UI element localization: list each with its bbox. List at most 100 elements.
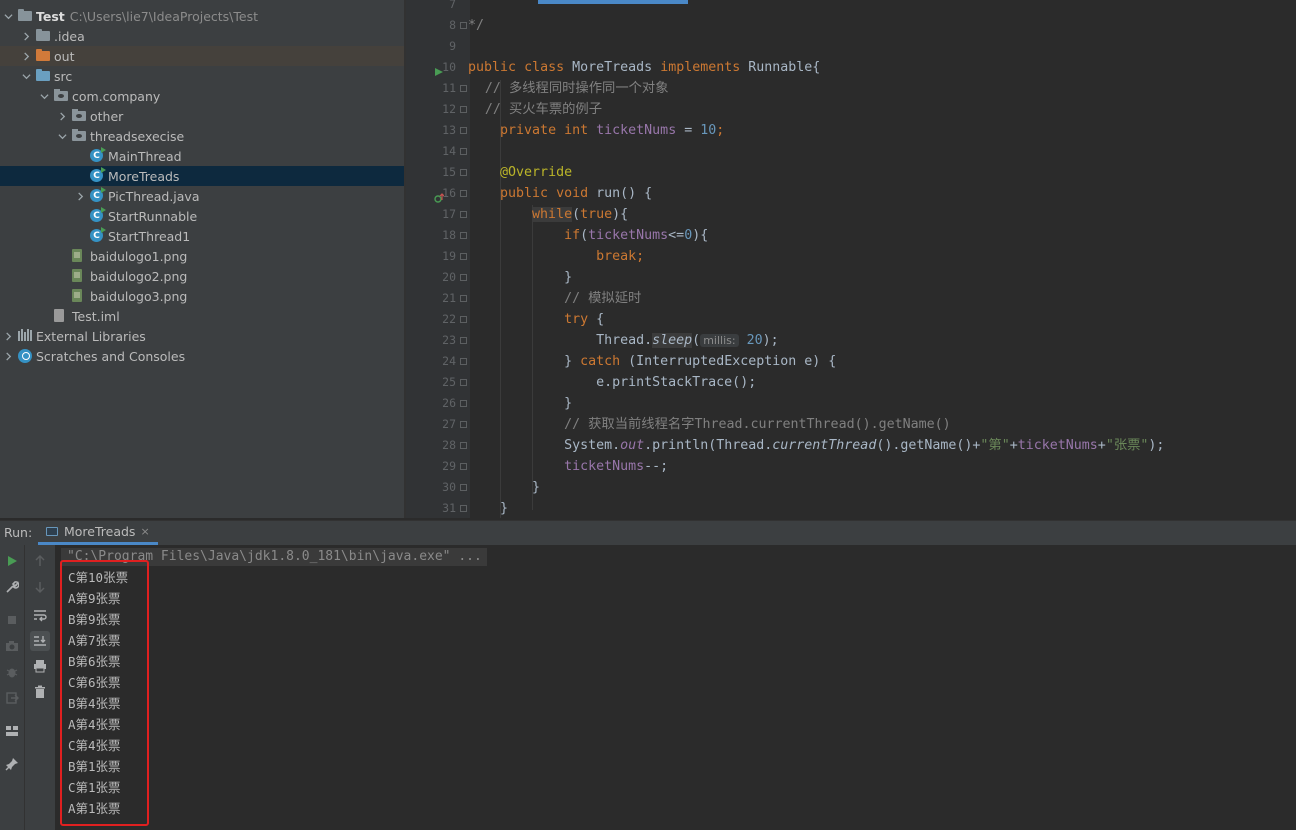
code-line-22: try { (564, 312, 605, 327)
code-line-31: } (500, 501, 509, 516)
code-editor[interactable]: 7 8 9 10 11 12 13 14 15 16 17 18 19 20 21 22 23 24 25 26 27 2… (406, 0, 1296, 518)
fold-marker[interactable] (460, 400, 467, 407)
fold-marker[interactable] (460, 316, 467, 323)
code-line-28: System.out.println(Thread.currentThread(… (564, 438, 1165, 453)
run-gutter-icon[interactable] (434, 62, 444, 76)
debug-icon[interactable] (4, 664, 20, 680)
tree-item-test-root[interactable]: Test C:\Users\lie7\IdeaProjects\Test (0, 6, 404, 26)
fold-marker[interactable] (460, 358, 467, 365)
run-icon[interactable] (4, 553, 20, 569)
run-tab-moretreads[interactable]: MoreTreads × (38, 521, 158, 545)
override-gutter-icon[interactable] (434, 188, 445, 203)
line-number: 27 (442, 417, 456, 431)
tree-item-idea[interactable]: .idea (0, 26, 404, 46)
fold-marker[interactable] (460, 505, 467, 512)
chevron-down-icon[interactable] (20, 66, 32, 86)
fold-marker[interactable] (460, 337, 467, 344)
line-number: 20 (442, 270, 456, 284)
exit-icon[interactable] (4, 690, 20, 706)
fold-marker[interactable] (460, 274, 467, 281)
up-arrow-icon[interactable] (32, 553, 48, 569)
tree-item-src[interactable]: src (0, 66, 404, 86)
tree-item-baidulogo2[interactable]: baidulogo2.png (0, 266, 404, 286)
tree-item-startthread1[interactable]: C StartThread1 (0, 226, 404, 246)
line-number: 25 (442, 375, 456, 389)
line-number-gutter: 7 8 9 10 11 12 13 14 15 16 17 18 19 20 21 22 23 24 25 26 27 2… (406, 0, 456, 518)
tree-item-label: com.company (72, 88, 161, 104)
tree-item-label: out (54, 48, 75, 64)
code-line-25: e.printStackTrace(); (596, 375, 757, 390)
tree-item-scratches[interactable]: Scratches and Consoles (0, 346, 404, 366)
fold-marker[interactable] (460, 85, 467, 92)
camera-icon[interactable] (4, 638, 20, 654)
fold-marker[interactable] (460, 379, 467, 386)
tree-item-threadsexecise[interactable]: threadsexecise (0, 126, 404, 146)
chevron-down-icon[interactable] (38, 86, 50, 106)
line-number: 8 (449, 18, 456, 32)
fold-marker[interactable] (460, 442, 467, 449)
fold-marker[interactable] (460, 421, 467, 428)
run-label: Run: (4, 525, 33, 540)
code-line-29: ticketNums--; (564, 459, 669, 474)
tree-item-startrunnable[interactable]: C StartRunnable (0, 206, 404, 226)
chevron-right-icon[interactable] (20, 46, 32, 66)
console-output[interactable]: "C:\Program Files\Java\jdk1.8.0_181\bin\… (55, 545, 1296, 830)
wrench-icon[interactable] (4, 579, 20, 595)
stop-icon[interactable] (4, 612, 20, 628)
tree-item-com-company[interactable]: com.company (0, 86, 404, 106)
fold-marker[interactable] (460, 232, 467, 239)
pin-icon[interactable] (4, 756, 20, 772)
line-number: 14 (442, 144, 456, 158)
line-number: 29 (442, 459, 456, 473)
fold-marker[interactable] (460, 22, 467, 29)
tree-item-mainthread[interactable]: C MainThread (0, 146, 404, 166)
fold-marker[interactable] (460, 127, 467, 134)
run-main-toolbar (0, 545, 25, 830)
tree-item-out[interactable]: out (0, 46, 404, 66)
fold-marker[interactable] (460, 295, 467, 302)
fold-marker[interactable] (460, 211, 467, 218)
project-tool-window: Test C:\Users\lie7\IdeaProjects\Test .idea… (0, 0, 404, 518)
tree-item-baidulogo1[interactable]: baidulogo1.png (0, 246, 404, 266)
tree-item-baidulogo3[interactable]: baidulogo3.png (0, 286, 404, 306)
chevron-down-icon[interactable] (56, 126, 68, 146)
tree-item-moretreads[interactable]: C MoreTreads (0, 166, 404, 186)
tree-item-label: .idea (54, 28, 85, 44)
fold-marker[interactable] (460, 169, 467, 176)
chevron-right-icon[interactable] (20, 26, 32, 46)
tree-item-test-iml[interactable]: Test.iml (0, 306, 404, 326)
print-icon[interactable] (32, 658, 48, 674)
fold-marker[interactable] (460, 148, 467, 155)
chevron-down-icon[interactable] (2, 6, 14, 26)
console-toolbar (25, 545, 55, 830)
fold-marker[interactable] (460, 253, 467, 260)
soft-wrap-icon[interactable] (32, 607, 48, 623)
scroll-to-end-icon[interactable] (30, 631, 50, 651)
chevron-right-icon[interactable] (2, 346, 14, 366)
tree-item-picthread[interactable]: C PicThread.java (0, 186, 404, 206)
fold-marker[interactable] (460, 484, 467, 491)
fold-marker[interactable] (460, 190, 467, 197)
run-tab-label: MoreTreads (64, 524, 136, 539)
line-number: 30 (442, 480, 456, 494)
java-class-icon: C (90, 167, 106, 183)
java-class-icon: C (90, 187, 106, 203)
highlight-annotation-box (60, 560, 149, 826)
chevron-right-icon[interactable] (56, 106, 68, 126)
close-icon[interactable]: × (140, 525, 149, 538)
code-line-16: public void run() { (500, 186, 653, 201)
trash-icon[interactable] (32, 684, 48, 700)
layout-icon[interactable] (4, 723, 20, 739)
tree-item-external-libraries[interactable]: External Libraries (0, 326, 404, 346)
chevron-right-icon[interactable] (74, 186, 86, 206)
tree-item-other[interactable]: other (0, 106, 404, 126)
chevron-right-icon[interactable] (2, 326, 14, 346)
fold-marker[interactable] (460, 106, 467, 113)
down-arrow-icon[interactable] (32, 579, 48, 595)
fold-marker[interactable] (460, 463, 467, 470)
